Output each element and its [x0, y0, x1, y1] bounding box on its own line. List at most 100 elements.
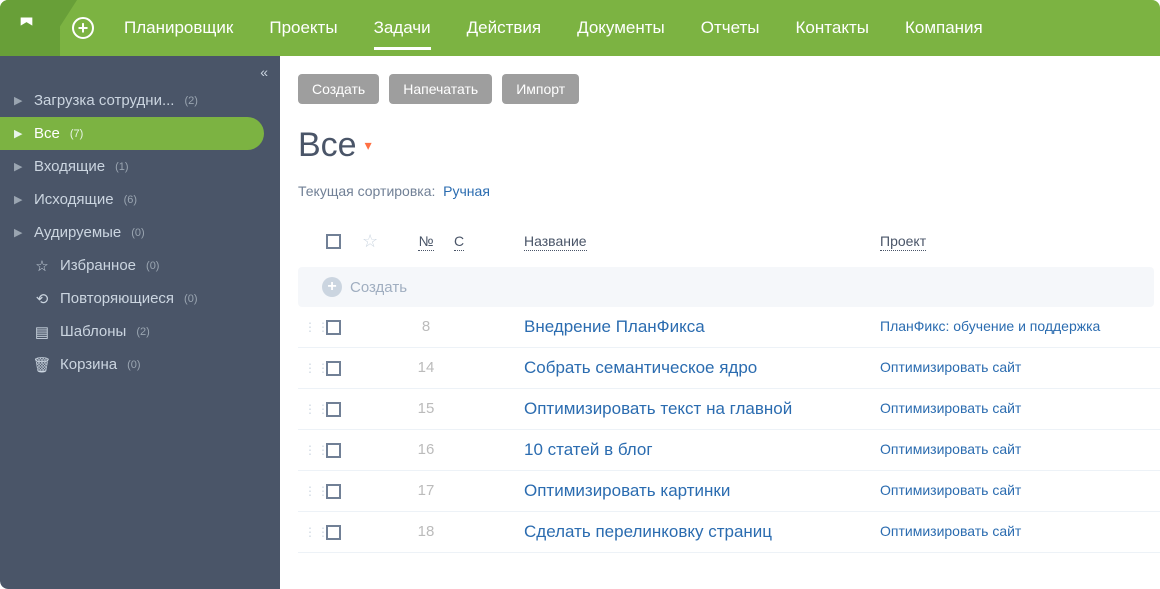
sidebar-item-5[interactable]: ☆ Избранное (0) [0, 249, 280, 282]
star-icon[interactable]: ☆ [362, 231, 378, 251]
sidebar-item-0[interactable]: ▶ Загрузка сотрудни... (2) [0, 84, 280, 117]
plus-icon: + [72, 17, 94, 39]
sidebar-item-6[interactable]: ⟲ Повторяющиеся (0) [0, 282, 280, 315]
main-content: Создать Напечатать Импорт Все ▾ Текущая … [280, 56, 1160, 589]
table-row: ⋮⋮18Сделать перелинковку страницОптимизи… [298, 512, 1160, 553]
nav-item-0[interactable]: Планировщик [106, 0, 251, 56]
row-checkbox[interactable] [326, 361, 341, 376]
table-row: ⋮⋮1610 статей в блогОптимизировать сайт [298, 430, 1160, 471]
sidebar-item-label: Повторяющиеся [60, 290, 174, 307]
sidebar-item-count: (0) [146, 260, 159, 272]
quick-create-row[interactable]: + Создать [298, 267, 1154, 307]
page-title-text: Все [298, 126, 357, 165]
quick-create-label: Создать [350, 279, 407, 296]
sidebar-item-count: (0) [184, 293, 197, 305]
chevron-icon: ▶ [14, 193, 24, 206]
sort-info: Текущая сортировка: Ручная [298, 183, 1160, 199]
sidebar-item-1[interactable]: ▶ Все (7) [0, 117, 264, 150]
template-icon: ▤ [34, 324, 50, 340]
sidebar-item-2[interactable]: ▶ Входящие (1) [0, 150, 280, 183]
task-name-link[interactable]: Оптимизировать текст на главной [524, 399, 792, 418]
sidebar-item-4[interactable]: ▶ Аудируемые (0) [0, 216, 280, 249]
table-row: ⋮⋮14Собрать семантическое ядроОптимизиро… [298, 348, 1160, 389]
page-title[interactable]: Все ▾ [298, 126, 1160, 165]
logo[interactable] [0, 0, 60, 56]
sidebar-item-label: Исходящие [34, 191, 114, 208]
print-button[interactable]: Напечатать [389, 74, 492, 104]
chevron-icon: ▶ [14, 127, 24, 140]
row-number: 14 [418, 359, 435, 376]
header-name[interactable]: Название [524, 233, 587, 251]
row-checkbox[interactable] [326, 443, 341, 458]
sidebar: « ▶ Загрузка сотрудни... (2) ▶ Все (7) ▶ Вход… [0, 56, 280, 589]
project-link[interactable]: Оптимизировать сайт [880, 523, 1021, 539]
sidebar-item-label: Шаблоны [60, 323, 126, 340]
header-project[interactable]: Проект [880, 233, 926, 251]
sidebar-item-label: Избранное [60, 257, 136, 274]
sidebar-item-count: (2) [136, 326, 149, 338]
table-header: ☆ № С Название Проект [298, 221, 1160, 267]
sidebar-item-label: Загрузка сотрудни... [34, 92, 174, 109]
sidebar-item-count: (6) [124, 194, 137, 206]
row-number: 16 [418, 441, 435, 458]
nav-item-2[interactable]: Задачи [356, 0, 449, 56]
sidebar-item-count: (2) [184, 95, 197, 107]
table-row: ⋮⋮8Внедрение ПланФиксаПланФикс: обучение… [298, 307, 1160, 348]
row-number: 15 [418, 400, 435, 417]
task-name-link[interactable]: Собрать семантическое ядро [524, 358, 757, 377]
header-number[interactable]: № [418, 233, 433, 251]
sort-label: Текущая сортировка: [298, 183, 435, 199]
chevron-icon: ▶ [14, 160, 24, 173]
chevron-icon: ▶ [14, 226, 24, 239]
row-checkbox[interactable] [326, 402, 341, 417]
sidebar-item-label: Аудируемые [34, 224, 121, 241]
top-nav: + ПланировщикПроектыЗадачиДействияДокуме… [0, 0, 1160, 56]
nav-item-5[interactable]: Отчеты [683, 0, 778, 56]
task-name-link[interactable]: 10 статей в блог [524, 440, 653, 459]
star-icon: ☆ [34, 258, 50, 274]
sort-value-link[interactable]: Ручная [443, 183, 490, 199]
row-number: 8 [422, 318, 430, 335]
create-button[interactable]: Создать [298, 74, 379, 104]
nav-item-1[interactable]: Проекты [251, 0, 355, 56]
project-link[interactable]: Оптимизировать сайт [880, 482, 1021, 498]
nav-item-6[interactable]: Контакты [778, 0, 887, 56]
dropdown-icon: ▾ [365, 137, 372, 154]
row-number: 18 [418, 523, 435, 540]
table-row: ⋮⋮17Оптимизировать картинкиОптимизироват… [298, 471, 1160, 512]
header-c[interactable]: С [454, 233, 464, 251]
sidebar-item-count: (0) [127, 359, 140, 371]
sidebar-item-count: (1) [115, 161, 128, 173]
row-checkbox[interactable] [326, 525, 341, 540]
row-checkbox[interactable] [326, 320, 341, 335]
plus-circle-icon: + [322, 277, 342, 297]
import-button[interactable]: Импорт [502, 74, 579, 104]
project-link[interactable]: Оптимизировать сайт [880, 359, 1021, 375]
sidebar-item-3[interactable]: ▶ Исходящие (6) [0, 183, 280, 216]
sidebar-item-count: (0) [131, 227, 144, 239]
row-checkbox[interactable] [326, 484, 341, 499]
project-link[interactable]: Оптимизировать сайт [880, 441, 1021, 457]
nav-item-4[interactable]: Документы [559, 0, 683, 56]
chevron-icon: ▶ [14, 94, 24, 107]
task-name-link[interactable]: Оптимизировать картинки [524, 481, 730, 500]
sidebar-item-8[interactable]: 🗑 Корзина (0) [0, 348, 280, 381]
add-button[interactable]: + [60, 0, 106, 56]
sidebar-item-label: Входящие [34, 158, 105, 175]
task-name-link[interactable]: Сделать перелинковку страниц [524, 522, 772, 541]
project-link[interactable]: Оптимизировать сайт [880, 400, 1021, 416]
row-number: 17 [418, 482, 435, 499]
sidebar-item-7[interactable]: ▤ Шаблоны (2) [0, 315, 280, 348]
repeat-icon: ⟲ [34, 291, 50, 307]
table-row: ⋮⋮15Оптимизировать текст на главнойОптим… [298, 389, 1160, 430]
nav-item-3[interactable]: Действия [449, 0, 559, 56]
project-link[interactable]: ПланФикс: обучение и поддержка [880, 318, 1100, 334]
select-all-checkbox[interactable] [326, 234, 341, 249]
nav-item-7[interactable]: Компания [887, 0, 1001, 56]
sidebar-item-count: (7) [70, 128, 83, 140]
trash-icon: 🗑 [34, 357, 50, 373]
collapse-sidebar-icon[interactable]: « [260, 64, 268, 80]
sidebar-item-label: Корзина [60, 356, 117, 373]
task-name-link[interactable]: Внедрение ПланФикса [524, 317, 705, 336]
sidebar-item-label: Все [34, 125, 60, 142]
